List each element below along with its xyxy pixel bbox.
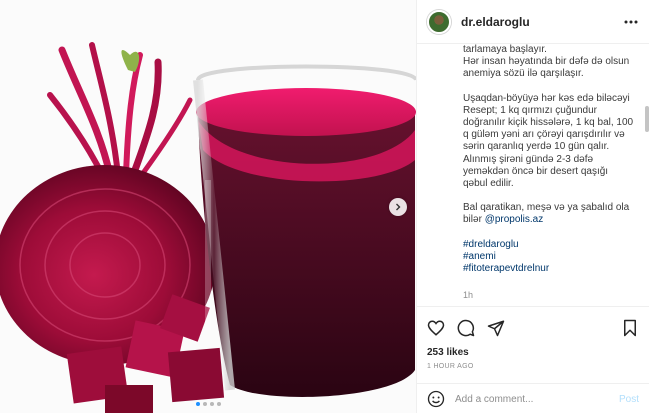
caption: tarlamaya başlayır. Hər insan həyatında … — [417, 44, 649, 306]
hashtag-link[interactable]: #anemi — [463, 251, 635, 263]
instagram-post: dr.eldaroglu tarlamaya başlayır. Hər ins… — [0, 0, 649, 413]
hashtag-link[interactable]: #dreldaroglu — [463, 239, 635, 251]
post-actions: 253 likes 1 HOUR AGO Post — [417, 306, 649, 413]
caption-text: Hər insan həyatında bir dəfə də olsun an… — [463, 56, 630, 80]
comment-icon[interactable] — [457, 319, 475, 337]
likes-count[interactable]: 253 likes — [427, 347, 469, 358]
carousel-dot — [202, 402, 207, 406]
hashtag-link[interactable]: #fitoterapevtdrelnur — [463, 263, 635, 275]
post-sidebar: dr.eldaroglu tarlamaya başlayır. Hər ins… — [416, 0, 649, 413]
caption-text: tarlamaya başlayır. — [463, 44, 547, 55]
caption-text: Bal qaratikan, meşə və ya şabalıd ola bi… — [463, 202, 635, 226]
mention-link[interactable]: @propolis.az — [485, 214, 544, 225]
carousel-indicator — [0, 402, 416, 406]
chevron-right-icon — [396, 203, 401, 211]
comment-input[interactable] — [455, 393, 605, 405]
post-header: dr.eldaroglu — [417, 0, 649, 44]
carousel-dot — [195, 402, 200, 406]
post-comment-button[interactable]: Post — [619, 394, 639, 405]
more-options-icon[interactable] — [623, 14, 639, 30]
next-image-button[interactable] — [389, 198, 407, 216]
action-icons — [417, 307, 649, 337]
carousel-dot — [216, 402, 221, 406]
caption-scrollbar[interactable] — [645, 106, 649, 132]
post-media[interactable] — [0, 0, 416, 413]
bookmark-icon[interactable] — [621, 319, 639, 337]
caption-time: 1h — [463, 290, 474, 300]
beet-juice-photo — [0, 0, 416, 413]
emoji-icon[interactable] — [427, 390, 445, 408]
carousel-dot — [209, 402, 214, 406]
username[interactable]: dr.eldaroglu — [461, 15, 530, 29]
post-timestamp: 1 HOUR AGO — [427, 363, 474, 370]
caption-recipe: Uşaqdan-böyüyə hər kəs edə biləcəyi Rese… — [463, 92, 634, 190]
comment-bar: Post — [417, 383, 649, 413]
avatar[interactable] — [427, 9, 451, 34]
heart-icon[interactable] — [427, 319, 445, 337]
share-icon[interactable] — [487, 319, 505, 337]
